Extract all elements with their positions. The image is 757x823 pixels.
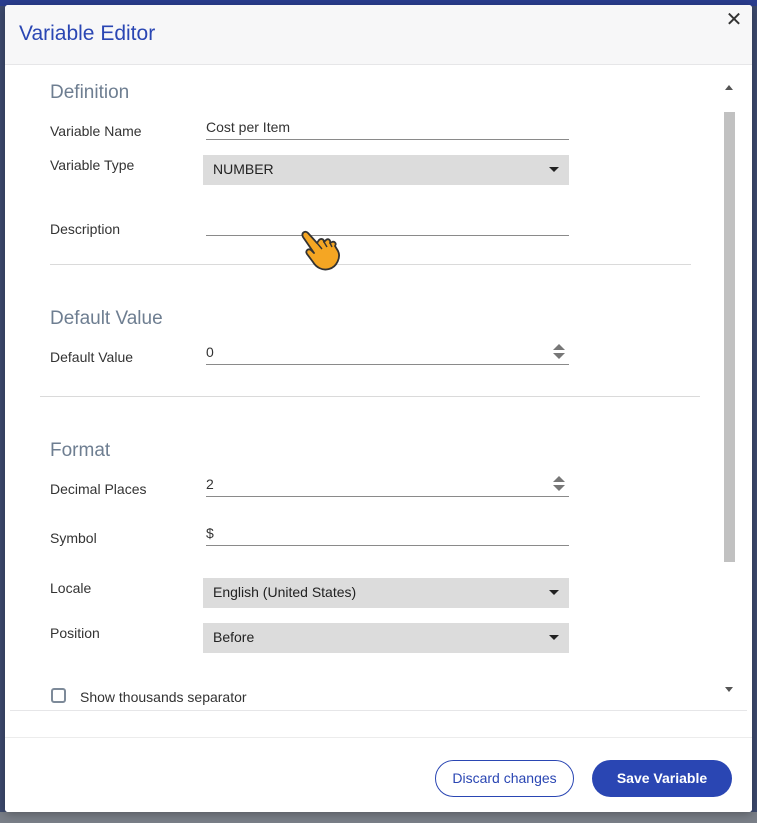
section-divider <box>40 396 700 397</box>
scroll-up-icon[interactable] <box>725 85 733 90</box>
description-input[interactable] <box>206 213 569 236</box>
dialog-scrollbar[interactable] <box>721 79 737 699</box>
spinner-arrows-icon[interactable] <box>553 474 565 494</box>
close-icon[interactable]: ✕ <box>722 8 746 32</box>
decimal-places-value: 2 <box>206 476 214 492</box>
locale-value: English (United States) <box>213 584 357 600</box>
caret-down-icon <box>549 167 559 172</box>
default-value-input[interactable]: 0 <box>206 342 569 365</box>
variable-name-value: Cost per Item <box>206 119 291 135</box>
locale-select[interactable]: English (United States) <box>203 578 569 608</box>
default-value-value: 0 <box>206 344 214 360</box>
locale-label: Locale <box>50 580 92 596</box>
dialog-header: Variable Editor ✕ <box>5 5 752 65</box>
variable-name-input[interactable]: Cost per Item <box>206 117 569 140</box>
decimal-places-label: Decimal Places <box>50 481 147 497</box>
dialog-body: Definition Variable Name Cost per Item V… <box>5 65 752 710</box>
footer-divider <box>10 710 747 711</box>
section-title-default-value: Default Value <box>50 308 163 329</box>
spinner-down-icon[interactable] <box>553 353 565 359</box>
caret-down-icon <box>549 590 559 595</box>
description-label: Description <box>50 221 121 237</box>
symbol-value: $ <box>206 525 214 541</box>
spinner-up-icon[interactable] <box>553 344 565 350</box>
save-variable-button[interactable]: Save Variable <box>592 760 732 797</box>
section-title-definition: Definition <box>50 82 130 103</box>
variable-type-select[interactable]: NUMBER <box>203 155 569 185</box>
scrollbar-thumb[interactable] <box>724 112 735 562</box>
variable-editor-dialog: Variable Editor ✕ Definition Variable Na… <box>5 5 752 812</box>
scroll-down-icon[interactable] <box>725 687 733 692</box>
thousands-separator-checkbox[interactable] <box>51 688 66 703</box>
variable-name-label: Variable Name <box>50 123 142 139</box>
spinner-down-icon[interactable] <box>553 485 565 491</box>
dialog-footer: Discard changes Save Variable <box>5 737 752 812</box>
discard-changes-button[interactable]: Discard changes <box>435 760 574 797</box>
spinner-up-icon[interactable] <box>553 476 565 482</box>
background-app-content <box>0 812 757 823</box>
position-label: Position <box>50 625 100 641</box>
thousands-separator-label: Show thousands separator <box>80 689 247 705</box>
caret-down-icon <box>549 635 559 640</box>
section-title-format: Format <box>50 440 111 461</box>
decimal-places-input[interactable]: 2 <box>206 474 569 497</box>
variable-type-label: Variable Type <box>50 157 135 173</box>
position-value: Before <box>213 629 255 645</box>
pointing-hand-cursor-icon <box>301 230 340 271</box>
symbol-label: Symbol <box>50 530 97 546</box>
dialog-title: Variable Editor <box>19 22 156 45</box>
symbol-input[interactable]: $ <box>206 523 569 546</box>
position-select[interactable]: Before <box>203 623 569 653</box>
section-divider <box>50 264 691 265</box>
spinner-arrows-icon[interactable] <box>553 342 565 362</box>
variable-type-value: NUMBER <box>213 161 274 177</box>
default-value-label: Default Value <box>50 349 134 365</box>
